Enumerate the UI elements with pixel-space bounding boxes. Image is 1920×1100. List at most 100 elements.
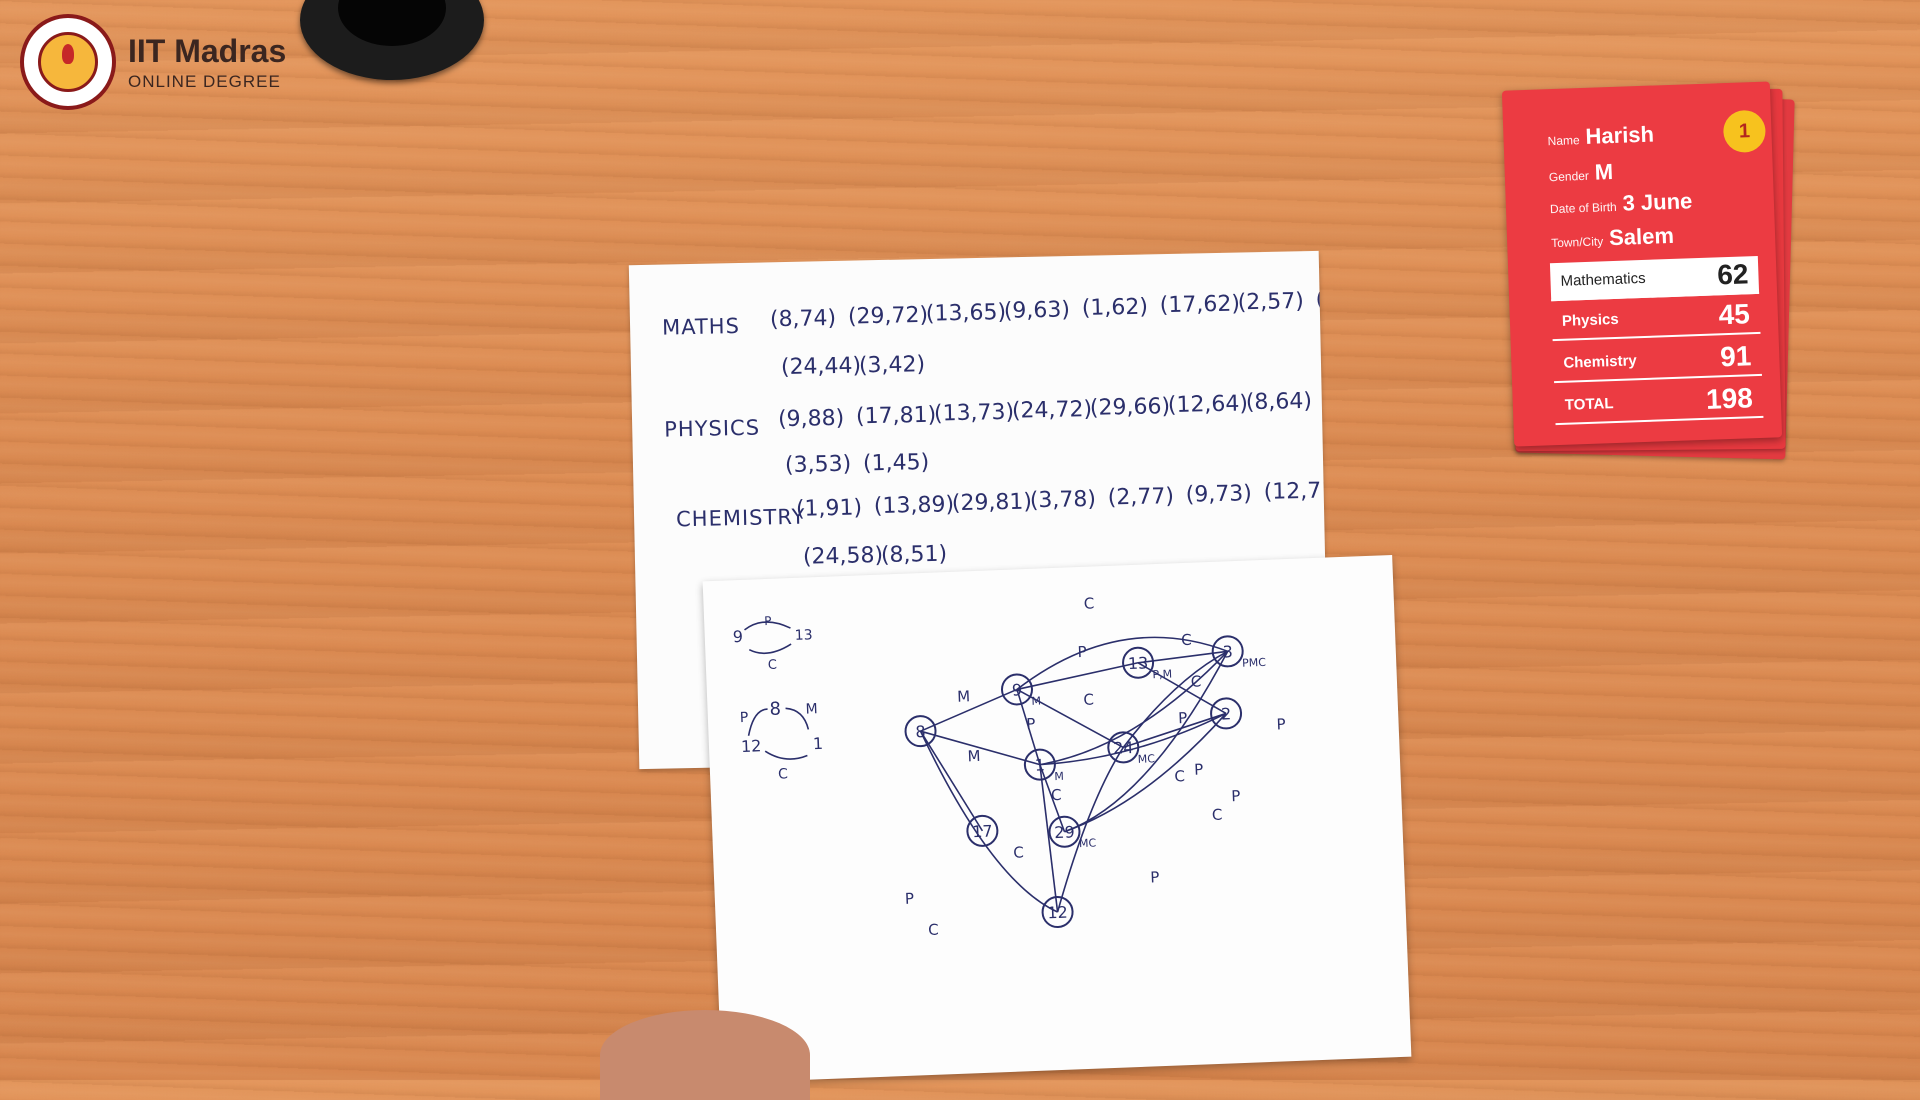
graph-edge <box>919 730 984 832</box>
score-row-mathematics: Mathematics 62 <box>1549 255 1760 302</box>
graph-edge-label: C <box>1212 806 1223 824</box>
physics-pair: (3,53) <box>785 452 852 478</box>
graph-node-label: 3 <box>1222 642 1233 661</box>
chemistry-pair: (9,73) <box>1185 481 1252 507</box>
physics-pair: (2,54) <box>1324 386 1330 412</box>
graph-node-label: 1 <box>1034 755 1045 774</box>
graph-node-label: 29 <box>1054 822 1075 842</box>
graph-edge-label: M <box>967 747 981 765</box>
student-name: Harish <box>1585 121 1655 149</box>
score-row-chemistry: Chemistry 91 <box>1552 337 1762 384</box>
logo-title: IIT Madras <box>128 32 287 69</box>
graph-edge-label: C <box>1174 767 1185 785</box>
maths-pair: (3,42) <box>859 352 926 378</box>
graph-edge-label: M <box>957 687 971 705</box>
mini1-b: 13 <box>794 627 812 644</box>
maths-pair: (1,62) <box>1082 295 1149 321</box>
physics-pair: (17,81) <box>856 403 937 430</box>
graph-edge-label: P <box>1077 643 1087 661</box>
maths-pair: (2,57) <box>1237 289 1304 315</box>
presenter-hand <box>600 1010 810 1100</box>
graph-edge <box>1064 650 1229 833</box>
student-card: 1 Name Harish Gender M Date of Birth 3 June… <box>1501 81 1783 447</box>
mini2-m: M <box>805 701 818 717</box>
graph-node-tag: MC <box>1138 752 1156 766</box>
chemistry-label: CHEMISTRY <box>676 505 806 532</box>
maths-pair: (17,62) <box>1159 291 1240 318</box>
graph-node-tag: M <box>1054 770 1064 783</box>
chemistry-pair: (3,78) <box>1030 487 1097 513</box>
graph-edge-label: P <box>1276 715 1286 733</box>
graph-node-tag: P,M <box>1152 667 1172 681</box>
physics-label: PHYSICS <box>664 416 760 442</box>
mini2-right: 1 <box>813 734 824 753</box>
graph-edge-label: C <box>1051 786 1062 804</box>
graph-edge-label: C <box>928 921 939 939</box>
graph-node-label: 2 <box>1221 704 1232 723</box>
graph-node-label: 24 <box>1113 738 1134 758</box>
chemistry-pair: (8,51) <box>881 542 948 568</box>
chemistry-pair: (13,89) <box>874 492 955 519</box>
physics-pair: (24,72) <box>1012 397 1093 424</box>
graph-drawing: 9 13 P C 8 12 1 P M C 89M13P,M3PMC224MC1… <box>732 594 1286 939</box>
physics-pair: (29,66) <box>1090 394 1171 421</box>
physics-pair: (8,64) <box>1246 389 1313 415</box>
graph-edge-label: P <box>1231 787 1241 805</box>
graph-node-label: 8 <box>915 722 926 741</box>
graph-edge-label: C <box>1083 691 1094 709</box>
mini2-top: 8 <box>769 699 781 720</box>
graph-edge-label: P <box>1194 760 1204 778</box>
graph-node-tag: MC <box>1079 837 1097 851</box>
graph-node-label: 13 <box>1128 653 1149 673</box>
maths-pair: (9,63) <box>1004 297 1071 323</box>
mini1-bottom: C <box>768 658 778 673</box>
maths-pair: (12,52) <box>1315 286 1329 313</box>
mini2-c: C <box>778 766 789 782</box>
institute-seal-icon <box>20 14 116 110</box>
graph-edge-label: C <box>1083 594 1094 612</box>
logo-subtitle: ONLINE DEGREE <box>128 71 281 91</box>
physics-pair: (13,73) <box>934 400 1015 427</box>
iitm-logo: IIT Madras ONLINE DEGREE <box>20 14 286 110</box>
score-row-physics: Physics 45 <box>1551 295 1761 342</box>
graph-node-tag: PMC <box>1242 656 1267 670</box>
student-gender: M <box>1594 158 1614 185</box>
mini1-top: P <box>764 614 772 628</box>
graph-node-label: 9 <box>1012 680 1023 699</box>
physics-pair: (9,88) <box>778 406 845 432</box>
maths-pair: (8,74) <box>770 306 837 332</box>
maths-label: MATHS <box>662 314 740 340</box>
graph-node-label: 17 <box>972 821 993 841</box>
maths-pair: (24,44) <box>781 353 862 380</box>
name-label: Name <box>1547 133 1580 149</box>
score-row-total: TOTAL 198 <box>1554 379 1764 426</box>
graph-edge-label: C <box>1013 843 1024 861</box>
chemistry-pair: (1,91) <box>796 495 863 521</box>
chemistry-pair: (29,81) <box>952 489 1033 516</box>
black-disc <box>300 0 484 80</box>
graph-edge-label: P <box>1178 709 1188 727</box>
graph-edge-label: P <box>1150 868 1160 886</box>
physics-pair: (1,45) <box>863 450 930 476</box>
student-card-stack: 1 Name Harish Gender M Date of Birth 3 June… <box>1501 81 1795 460</box>
mini1-a: 9 <box>732 627 743 646</box>
chemistry-pair: (2,77) <box>1108 484 1175 510</box>
physics-pair: (12,64) <box>1168 391 1249 418</box>
maths-pair: (13,65) <box>926 300 1007 327</box>
graph-node-label: 12 <box>1047 903 1068 923</box>
graph-paper: 9 13 P C 8 12 1 P M C 8 9 M 13 P,M 3 PMC 2 24 MC 1… <box>702 554 1412 1084</box>
graph-edge-label: P <box>905 890 915 908</box>
maths-pair: (29,72) <box>848 303 929 330</box>
dob-label: Date of Birth <box>1549 199 1617 217</box>
graph-edge-label: C <box>1190 672 1201 690</box>
graph-node-tag: M <box>1031 695 1041 708</box>
mini2-p: P <box>740 710 749 726</box>
chemistry-pair: (12,71) <box>1263 478 1329 505</box>
graph-edge-label: C <box>1181 631 1192 649</box>
student-town: Salem <box>1608 222 1675 251</box>
card-number-badge: 1 <box>1722 109 1767 154</box>
student-dob: 3 June <box>1622 188 1693 216</box>
town-label: Town/City <box>1550 234 1604 251</box>
mini2-left: 12 <box>741 736 762 756</box>
gender-label: Gender <box>1548 168 1590 185</box>
